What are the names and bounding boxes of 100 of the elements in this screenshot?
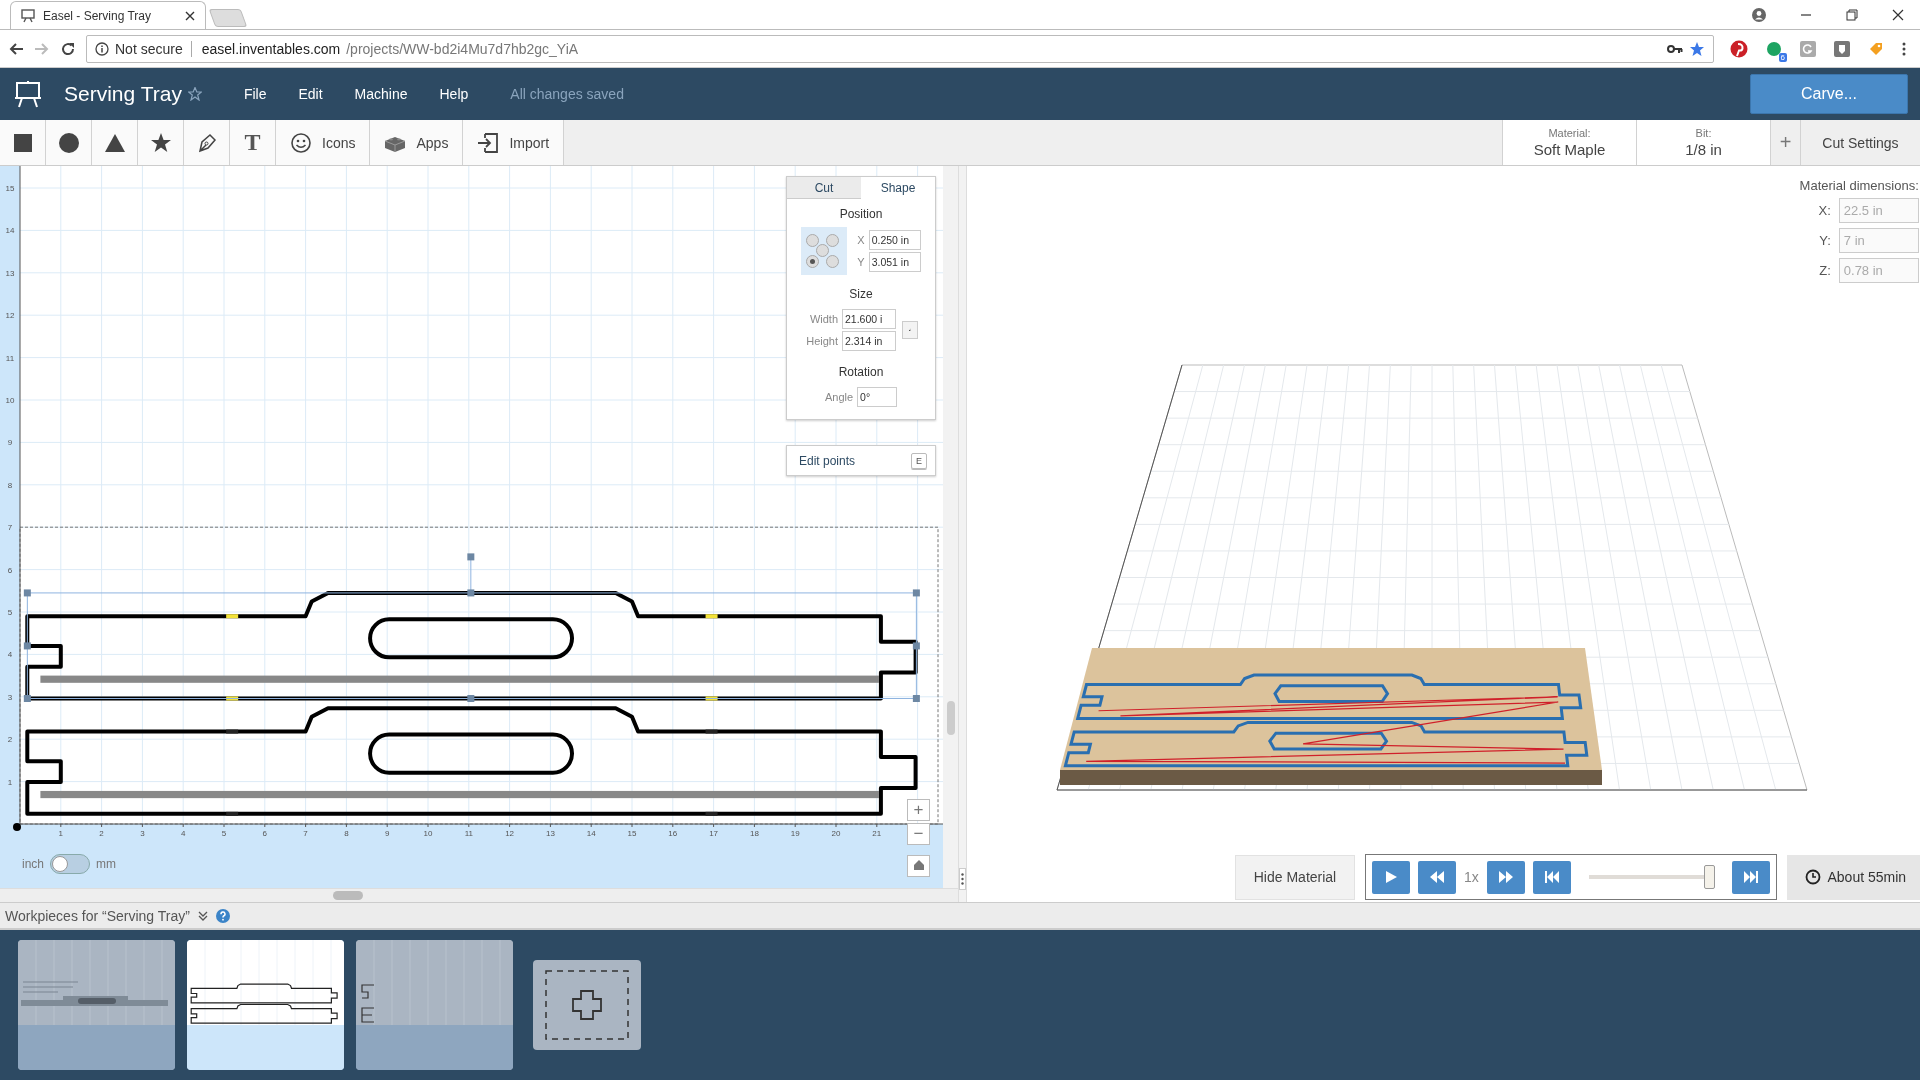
- favorite-star-icon[interactable]: [187, 87, 202, 101]
- ruler-label: 4: [180, 829, 186, 838]
- pin-icon[interactable]: [1730, 39, 1748, 58]
- anchor-radio[interactable]: [826, 255, 840, 268]
- horizontal-scrollbar[interactable]: [0, 888, 958, 902]
- lock-toggle[interactable]: [902, 321, 918, 339]
- circle-tool-button[interactable]: [46, 120, 92, 165]
- ruler-label: 15: [627, 829, 637, 838]
- anchor-radio[interactable]: [816, 244, 830, 257]
- double-chevron-icon[interactable]: [197, 910, 208, 921]
- ruler-label: 7: [303, 829, 308, 838]
- anchor-radio[interactable]: [806, 234, 820, 247]
- field-label: Height: [805, 335, 838, 347]
- field-label: X:: [1818, 203, 1831, 218]
- unit-toggle[interactable]: [50, 854, 90, 874]
- rewind-icon: [1429, 870, 1445, 884]
- anchor-radio[interactable]: [806, 255, 820, 268]
- pen-tool-button[interactable]: [184, 120, 230, 165]
- smiley-icon: [290, 131, 312, 154]
- easel-logo-icon[interactable]: [14, 80, 42, 108]
- ruler-label: 10: [423, 829, 433, 838]
- material-selector[interactable]: Material: Soft Maple: [1502, 120, 1636, 165]
- import-icon: [477, 131, 500, 154]
- reload-icon[interactable]: [60, 40, 76, 57]
- text-tool-button[interactable]: T: [230, 120, 276, 165]
- add-workpiece-button[interactable]: [533, 960, 641, 1050]
- height-field[interactable]: 2.314 in: [842, 331, 896, 351]
- star-shape-icon: [149, 131, 172, 154]
- close-icon[interactable]: [1892, 9, 1904, 21]
- triangle-tool-button[interactable]: [92, 120, 138, 165]
- hide-material-button[interactable]: Hide Material: [1235, 854, 1355, 900]
- ruler-label: 11: [5, 353, 15, 363]
- play-icon: [1383, 870, 1399, 884]
- field-label: Y: [857, 256, 865, 268]
- restore-icon[interactable]: [1846, 9, 1858, 21]
- vertical-scrollbar-thumb[interactable]: [946, 701, 955, 735]
- circle-shape-icon: [57, 131, 80, 154]
- bit-selector[interactable]: Bit: 1/8 in: [1636, 120, 1770, 165]
- time-estimate-button[interactable]: About 55min: [1786, 854, 1920, 900]
- ruler-label: 8: [344, 829, 349, 838]
- workpiece-thumbnail[interactable]: [356, 940, 513, 1070]
- address-bar[interactable]: Not secure easel.inventables.com /projects/WW-bd2i4Mu7d7hb2gc_YiA: [86, 34, 1714, 63]
- ruler-label: 11: [464, 829, 473, 838]
- ruler-label: 2: [99, 829, 104, 838]
- url-host: easel.inventables.com: [201, 40, 341, 57]
- import-tool-button[interactable]: Import: [463, 120, 565, 165]
- selection-frame[interactable]: [23, 553, 920, 702]
- bookmark-star-icon[interactable]: [1689, 40, 1705, 57]
- width-field[interactable]: 21.600 i: [842, 309, 896, 329]
- tray-piece-drawing[interactable]: [25, 590, 918, 701]
- menu-item[interactable]: Machine: [354, 86, 408, 102]
- shield-icon[interactable]: [1834, 40, 1850, 57]
- tag-icon[interactable]: [1868, 40, 1884, 57]
- vertical-scrollbar[interactable]: [943, 166, 958, 888]
- panel-tab[interactable]: Cut: [787, 177, 861, 199]
- browser-tab[interactable]: Easel - Serving Tray: [10, 1, 206, 29]
- slider-thumb[interactable]: [1704, 865, 1716, 889]
- ruler-label: 14: [586, 829, 596, 838]
- carve-button[interactable]: Carve...: [1750, 74, 1908, 114]
- ruler-label: 18: [749, 829, 759, 838]
- skip-to-end-button[interactable]: [1731, 860, 1770, 894]
- x-position-field[interactable]: 0.250 in: [868, 230, 921, 250]
- panel-tab[interactable]: Shape: [861, 177, 935, 199]
- zoom-out-button[interactable]: −: [907, 823, 930, 845]
- anchor-radio[interactable]: [826, 234, 840, 247]
- angle-field[interactable]: 0°: [857, 387, 898, 407]
- square-g-icon[interactable]: [1800, 40, 1816, 57]
- play-button[interactable]: [1372, 860, 1410, 894]
- key-icon[interactable]: [1667, 43, 1683, 54]
- more-icon[interactable]: [1902, 40, 1906, 57]
- help-icon[interactable]: [215, 908, 230, 923]
- star-tool-button[interactable]: [138, 120, 184, 165]
- workpiece-thumbnail[interactable]: [187, 940, 344, 1070]
- ruler-label: 4: [7, 650, 13, 660]
- horizontal-scrollbar-thumb[interactable]: [333, 891, 363, 900]
- account-icon[interactable]: [1752, 8, 1766, 22]
- extension-badge: 6: [1778, 52, 1787, 62]
- menu-item[interactable]: Edit: [298, 86, 323, 102]
- back-arrow-icon[interactable]: [8, 40, 24, 57]
- easel-icon: [21, 8, 35, 23]
- extension-circle-icon[interactable]: [1766, 40, 1782, 57]
- workpiece-thumbnail[interactable]: [18, 940, 175, 1070]
- ruler-label: 3: [140, 829, 145, 838]
- panel-splitter-handle[interactable]: [959, 868, 966, 890]
- zoom-in-button[interactable]: +: [907, 799, 930, 821]
- square-tool-button[interactable]: [0, 120, 46, 165]
- edit-points-button[interactable]: Edit points E: [786, 445, 936, 476]
- icons-tool-button[interactable]: Icons: [276, 120, 371, 165]
- y-position-field[interactable]: 3.051 in: [868, 252, 921, 272]
- menu-item[interactable]: File: [243, 86, 267, 102]
- fast-forward-icon: [1497, 870, 1514, 884]
- close-icon[interactable]: [185, 10, 195, 21]
- home-view-button[interactable]: [907, 855, 930, 877]
- vertical-dots-icon: [961, 873, 964, 885]
- menu-item[interactable]: Help: [439, 86, 469, 102]
- apps-tool-button[interactable]: Apps: [370, 120, 464, 165]
- fast-forward-button[interactable]: [1486, 860, 1525, 894]
- skip-to-start-button[interactable]: [1532, 860, 1571, 894]
- security-label: Not secure: [115, 40, 183, 57]
- rewind-button[interactable]: [1418, 860, 1456, 894]
